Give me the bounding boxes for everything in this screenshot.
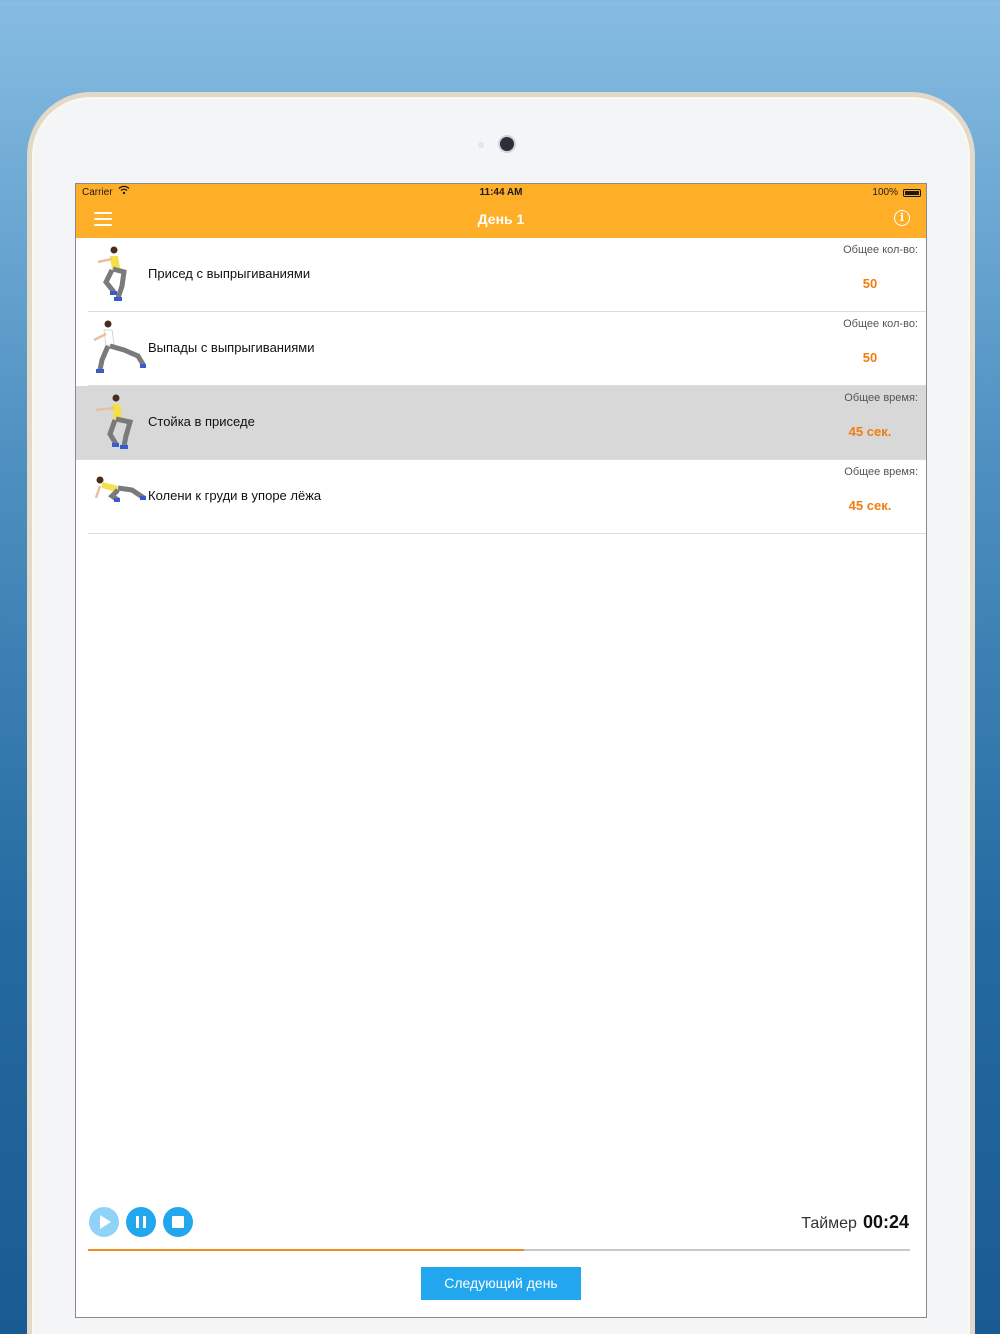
next-day-button[interactable]: Следующий день xyxy=(421,1267,581,1300)
exercise-metric-value: 45 сек. xyxy=(848,498,892,513)
exercise-thumbnail xyxy=(88,464,148,528)
exercise-name: Колени к груди в упоре лёжа xyxy=(148,488,322,503)
timer-display: Таймер 00:24 xyxy=(801,1212,909,1233)
timer-value: 00:24 xyxy=(862,1212,909,1232)
app-screen: Carrier 11:44 AM 100% День 1 i Присед с … xyxy=(75,183,927,1318)
status-time: 11:44 AM xyxy=(479,187,523,198)
exercise-thumbnail xyxy=(88,390,148,454)
light-sensor xyxy=(478,142,484,148)
exercise-row[interactable]: Присед с выпрыгиваниями Общее кол-во: 50 xyxy=(88,238,926,312)
exercise-metric-label: Общее кол-во: xyxy=(843,244,918,256)
exercise-row[interactable]: Выпады с выпрыгиваниями Общее кол-во: 50 xyxy=(88,312,926,386)
exercise-row[interactable]: Колени к груди в упоре лёжа Общее время: 4… xyxy=(88,460,926,534)
exercise-name: Присед с выпрыгиваниями xyxy=(148,266,311,281)
battery-icon xyxy=(903,189,921,197)
stop-button[interactable] xyxy=(163,1207,193,1237)
exercise-metric-value: 50 xyxy=(862,276,878,291)
exercise-metric-label: Общее время: xyxy=(844,392,918,404)
exercise-name: Стойка в приседе xyxy=(148,414,255,429)
page-title: День 1 xyxy=(477,211,525,227)
timer-label: Таймер xyxy=(801,1215,857,1232)
exercise-thumbnail xyxy=(88,242,148,306)
timer-progress-bar xyxy=(88,1249,910,1251)
battery-percent: 100% xyxy=(872,187,898,198)
info-icon[interactable]: i xyxy=(894,210,910,226)
exercise-name: Выпады с выпрыгиваниями xyxy=(148,340,315,355)
exercise-metric-value: 50 xyxy=(862,350,878,365)
stop-icon xyxy=(172,1216,184,1228)
timer-progress-fill xyxy=(88,1249,524,1251)
top-bar: Carrier 11:44 AM 100% День 1 i xyxy=(76,184,926,238)
exercise-metric-label: Общее кол-во: xyxy=(843,318,918,330)
play-icon xyxy=(100,1215,111,1229)
front-camera xyxy=(500,137,514,151)
exercise-metric-label: Общее время: xyxy=(844,466,918,478)
pause-button[interactable] xyxy=(126,1207,156,1237)
play-button[interactable] xyxy=(89,1207,119,1237)
exercise-row[interactable]: Стойка в приседе Общее время: 45 сек. xyxy=(76,386,926,460)
exercise-metric-value: 45 сек. xyxy=(848,424,892,439)
exercise-list: Присед с выпрыгиваниями Общее кол-во: 50 Вы… xyxy=(76,238,926,534)
exercise-thumbnail xyxy=(88,316,148,380)
status-bar: Carrier 11:44 AM 100% xyxy=(76,184,926,202)
playback-controls xyxy=(89,1207,209,1239)
